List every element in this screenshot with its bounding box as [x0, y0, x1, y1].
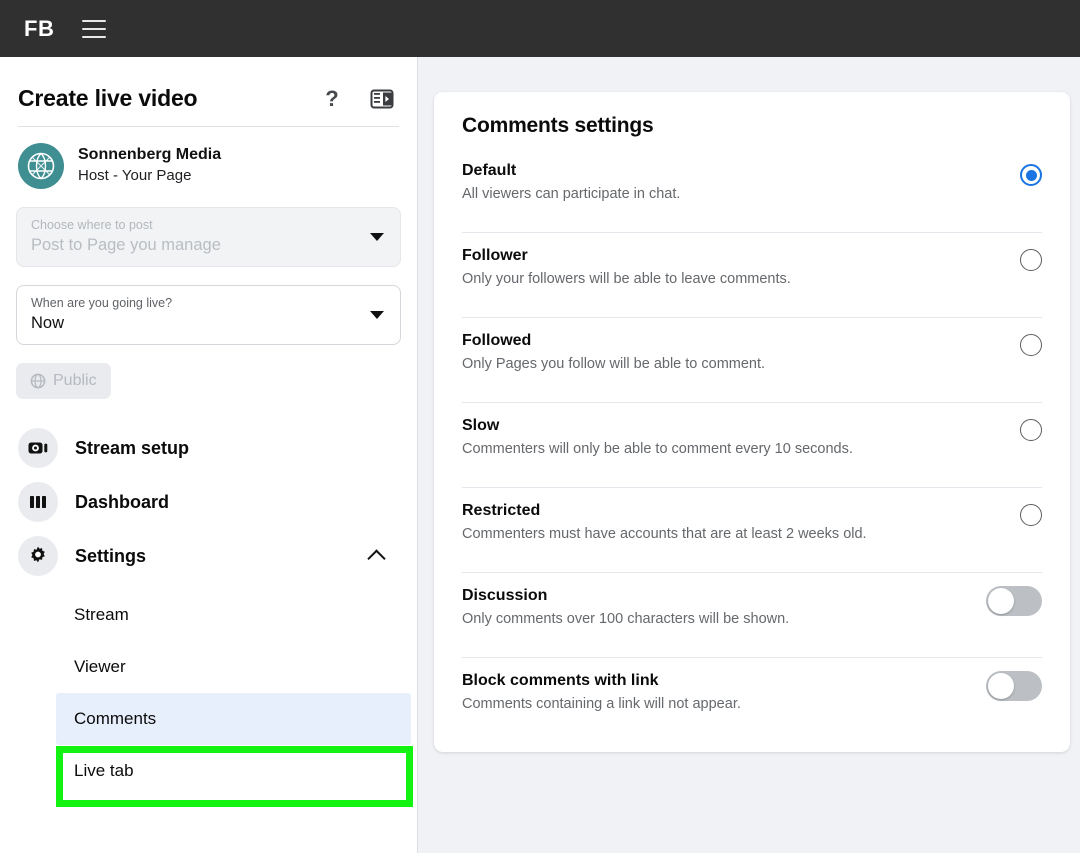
gear-icon [18, 536, 58, 576]
option-name: Slow [462, 415, 1020, 437]
comments-option-row[interactable]: DiscussionOnly comments over 100 charact… [434, 583, 1070, 647]
option-text: FollowedOnly Pages you follow will be ab… [462, 328, 1020, 375]
option-text: RestrictedCommenters must have accounts … [462, 498, 1020, 545]
option-name: Followed [462, 330, 1020, 352]
option-divider [462, 402, 1042, 403]
option-name: Block comments with link [462, 670, 986, 692]
main-content-area: Comments settings DefaultAll viewers can… [418, 57, 1080, 853]
option-text: DefaultAll viewers can participate in ch… [462, 158, 1020, 205]
avatar [18, 143, 64, 189]
chevron-up-icon[interactable] [367, 549, 385, 567]
comments-option-row[interactable]: Block comments with linkComments contain… [434, 668, 1070, 732]
option-name: Default [462, 160, 1020, 182]
radio-button[interactable] [1020, 419, 1042, 441]
profile-role: Host - Your Page [78, 165, 221, 187]
radio-button[interactable] [1020, 249, 1042, 271]
comments-options-list: DefaultAll viewers can participate in ch… [434, 158, 1070, 732]
chevron-down-icon [370, 233, 384, 241]
radio-button[interactable] [1020, 334, 1042, 356]
toggle-switch[interactable] [986, 586, 1042, 616]
comments-settings-card: Comments settings DefaultAll viewers can… [434, 92, 1070, 752]
post-destination-label: Choose where to post [31, 217, 386, 233]
schedule-select[interactable]: When are you going live? Now [16, 285, 401, 345]
sidebar-item-live-tab[interactable]: Live tab [0, 745, 417, 797]
toggle-switch[interactable] [986, 671, 1042, 701]
question-mark-icon[interactable]: ? [319, 86, 345, 112]
option-divider [462, 657, 1042, 658]
panel-header: Create live video ? [0, 57, 417, 112]
comments-option-row[interactable]: DefaultAll viewers can participate in ch… [434, 158, 1070, 222]
profile-name: Sonnenberg Media [78, 145, 221, 165]
sidebar-nav: Stream setup Dashboard Settings [0, 421, 417, 797]
comments-option-row[interactable]: FollowedOnly Pages you follow will be ab… [434, 328, 1070, 392]
option-description: Comments containing a link will not appe… [462, 693, 986, 715]
option-name: Discussion [462, 585, 986, 607]
option-text: SlowCommenters will only be able to comm… [462, 413, 1020, 460]
option-divider [462, 572, 1042, 573]
option-description: Only your followers will be able to leav… [462, 268, 1020, 290]
option-text: DiscussionOnly comments over 100 charact… [462, 583, 986, 630]
card-title: Comments settings [434, 114, 1070, 138]
chevron-down-icon [370, 311, 384, 319]
page-title: Create live video [18, 85, 319, 112]
globe-icon [30, 373, 46, 389]
option-text: Block comments with linkComments contain… [462, 668, 986, 715]
post-destination-value: Post to Page you manage [31, 233, 386, 257]
radio-button[interactable] [1020, 504, 1042, 526]
subnav-label: Viewer [74, 657, 126, 677]
comments-option-row[interactable]: SlowCommenters will only be able to comm… [434, 413, 1070, 477]
option-name: Follower [462, 245, 1020, 267]
sidebar-item-comments[interactable]: Comments [56, 693, 411, 745]
hamburger-menu-icon[interactable] [82, 20, 106, 38]
subnav-label: Stream [74, 605, 129, 625]
comments-option-row[interactable]: RestrictedCommenters must have accounts … [434, 498, 1070, 562]
left-sidebar-panel: Create live video ? Sonnenb [0, 57, 418, 853]
subnav-label: Live tab [74, 761, 134, 781]
post-destination-select[interactable]: Choose where to post Post to Page you ma… [16, 207, 401, 267]
schedule-value: Now [31, 311, 386, 335]
option-divider [462, 232, 1042, 233]
top-navigation-bar: FB [0, 0, 1080, 57]
fb-logo[interactable]: FB [24, 16, 54, 42]
host-profile: Sonnenberg Media Host - Your Page [0, 127, 417, 189]
privacy-label: Public [53, 372, 97, 390]
sidebar-item-label: Stream setup [75, 438, 189, 459]
sidebar-item-viewer[interactable]: Viewer [0, 641, 417, 693]
option-text: FollowerOnly your followers will be able… [462, 243, 1020, 290]
sidebar-item-dashboard[interactable]: Dashboard [0, 475, 417, 529]
settings-subnav: Stream Viewer Comments Live tab [0, 589, 417, 797]
comments-option-row[interactable]: FollowerOnly your followers will be able… [434, 243, 1070, 307]
sidebar-item-settings[interactable]: Settings [0, 529, 417, 583]
privacy-public-button[interactable]: Public [16, 363, 111, 399]
option-description: All viewers can participate in chat. [462, 183, 1020, 205]
option-description: Only comments over 100 characters will b… [462, 608, 986, 630]
radio-button-selected[interactable] [1020, 164, 1042, 186]
subnav-label: Comments [74, 709, 156, 729]
video-camera-icon [18, 428, 58, 468]
option-name: Restricted [462, 500, 1020, 522]
dashboard-bars-icon [18, 482, 58, 522]
option-description: Commenters will only be able to comment … [462, 438, 1020, 460]
sidebar-item-stream-setup[interactable]: Stream setup [0, 421, 417, 475]
sidebar-item-label: Dashboard [75, 492, 169, 513]
option-description: Commenters must have accounts that are a… [462, 523, 1020, 545]
option-divider [462, 317, 1042, 318]
sidebar-item-label: Settings [75, 546, 146, 567]
option-description: Only Pages you follow will be able to co… [462, 353, 1020, 375]
schedule-label: When are you going live? [31, 295, 386, 311]
option-divider [462, 487, 1042, 488]
sidebar-item-stream[interactable]: Stream [0, 589, 417, 641]
sidebar-collapse-icon[interactable] [369, 86, 395, 112]
